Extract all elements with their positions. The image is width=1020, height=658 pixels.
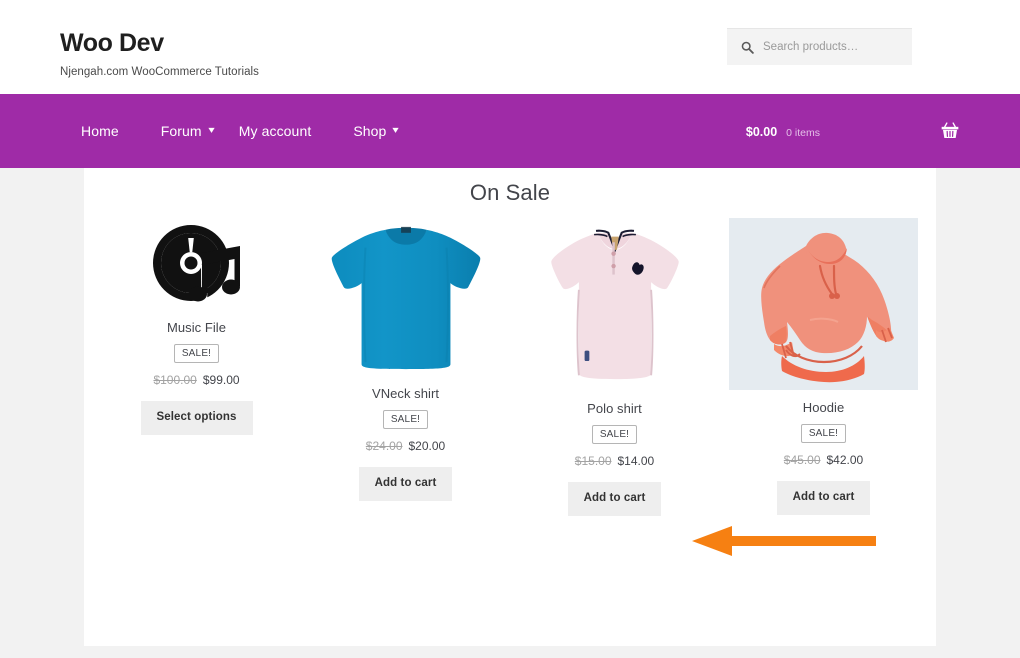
search-input[interactable] bbox=[763, 41, 903, 53]
cart-area[interactable]: $0.00 0 items bbox=[746, 94, 960, 168]
add-to-cart-button[interactable]: Add to cart bbox=[567, 482, 662, 516]
product-price: $15.00 $14.00 bbox=[520, 454, 709, 468]
nav-item-shop[interactable]: Shop ▾ bbox=[332, 123, 402, 139]
product-grid: Music File SALE! $100.00 $99.00 Select op… bbox=[84, 218, 936, 516]
product-card[interactable]: VNeck shirt SALE! $24.00 $20.00 Add to ca… bbox=[301, 218, 510, 501]
product-old-price: $15.00 bbox=[574, 454, 612, 468]
chevron-down-icon[interactable]: ▾ bbox=[393, 126, 399, 136]
sale-badge: SALE! bbox=[173, 344, 220, 363]
select-options-button[interactable]: Select options bbox=[140, 401, 253, 435]
music-file-cd-icon bbox=[152, 225, 240, 302]
nav-link-my-account[interactable]: My account bbox=[218, 123, 333, 139]
product-name[interactable]: Music File bbox=[102, 320, 291, 335]
site-title: Woo Dev bbox=[60, 29, 164, 57]
product-image-polo-shirt[interactable] bbox=[520, 218, 709, 391]
site-branding[interactable]: Woo Dev Njengah.com WooCommerce Tutorial… bbox=[60, 29, 259, 78]
sale-badge: SALE! bbox=[800, 424, 847, 443]
nav-list: Home Forum ▾ My account Shop ▾ bbox=[60, 123, 402, 139]
add-to-cart-button[interactable]: Add to cart bbox=[358, 467, 453, 501]
cart-item-count: 0 items bbox=[786, 127, 820, 139]
chevron-down-icon[interactable]: ▾ bbox=[208, 126, 214, 136]
cart-summary[interactable]: $0.00 0 items bbox=[746, 125, 820, 139]
product-new-price: $42.00 bbox=[826, 453, 864, 467]
product-price: $45.00 $42.00 bbox=[729, 453, 918, 467]
nav-item-forum[interactable]: Forum ▾ bbox=[140, 123, 218, 139]
page-title: On Sale bbox=[469, 180, 551, 205]
product-price: $100.00 $99.00 bbox=[102, 373, 291, 387]
search-icon bbox=[741, 41, 754, 54]
product-card[interactable]: Music File SALE! $100.00 $99.00 Select op… bbox=[92, 218, 301, 435]
shopping-basket-icon[interactable] bbox=[940, 121, 960, 141]
product-old-price: $100.00 bbox=[153, 373, 197, 387]
product-image-hoodie[interactable] bbox=[729, 218, 918, 390]
product-new-price: $20.00 bbox=[408, 439, 446, 453]
product-image-music-file[interactable] bbox=[102, 218, 291, 310]
product-new-price: $99.00 bbox=[202, 373, 240, 387]
site-header: Woo Dev Njengah.com WooCommerce Tutorial… bbox=[0, 0, 1020, 94]
add-to-cart-button[interactable]: Add to cart bbox=[776, 481, 871, 515]
main-content: On Sale Music File SALE! $100.00 $99.00 … bbox=[84, 168, 936, 646]
product-old-price: $24.00 bbox=[365, 439, 403, 453]
pink-polo-shirt-photo bbox=[550, 229, 679, 380]
annotation-arrow-left bbox=[692, 526, 876, 556]
product-search-form[interactable] bbox=[727, 28, 912, 65]
sale-badge: SALE! bbox=[591, 425, 638, 444]
product-new-price: $14.00 bbox=[617, 454, 655, 468]
product-card[interactable]: Hoodie SALE! $45.00 $42.00 Add to cart bbox=[719, 218, 928, 515]
sale-badge: SALE! bbox=[382, 410, 429, 429]
product-image-vneck-shirt[interactable] bbox=[311, 218, 500, 376]
site-tagline: Njengah.com WooCommerce Tutorials bbox=[60, 65, 259, 78]
nav-item-my-account[interactable]: My account bbox=[218, 123, 333, 139]
product-card[interactable]: Polo shirt SALE! $15.00 $14.00 Add to car… bbox=[510, 218, 719, 516]
product-old-price: $45.00 bbox=[783, 453, 821, 467]
blue-tshirt-photo bbox=[331, 226, 480, 370]
product-name[interactable]: Hoodie bbox=[729, 400, 918, 415]
primary-navigation: Home Forum ▾ My account Shop ▾ $0.00 0 i… bbox=[0, 94, 1020, 168]
cart-total-amount: $0.00 bbox=[745, 125, 778, 139]
product-name[interactable]: Polo shirt bbox=[520, 401, 709, 416]
nav-item-home[interactable]: Home bbox=[60, 123, 140, 139]
orange-hoodie-illustration bbox=[760, 232, 894, 383]
product-price: $24.00 $20.00 bbox=[311, 439, 500, 453]
nav-link-home[interactable]: Home bbox=[60, 123, 140, 139]
product-name[interactable]: VNeck shirt bbox=[311, 386, 500, 401]
